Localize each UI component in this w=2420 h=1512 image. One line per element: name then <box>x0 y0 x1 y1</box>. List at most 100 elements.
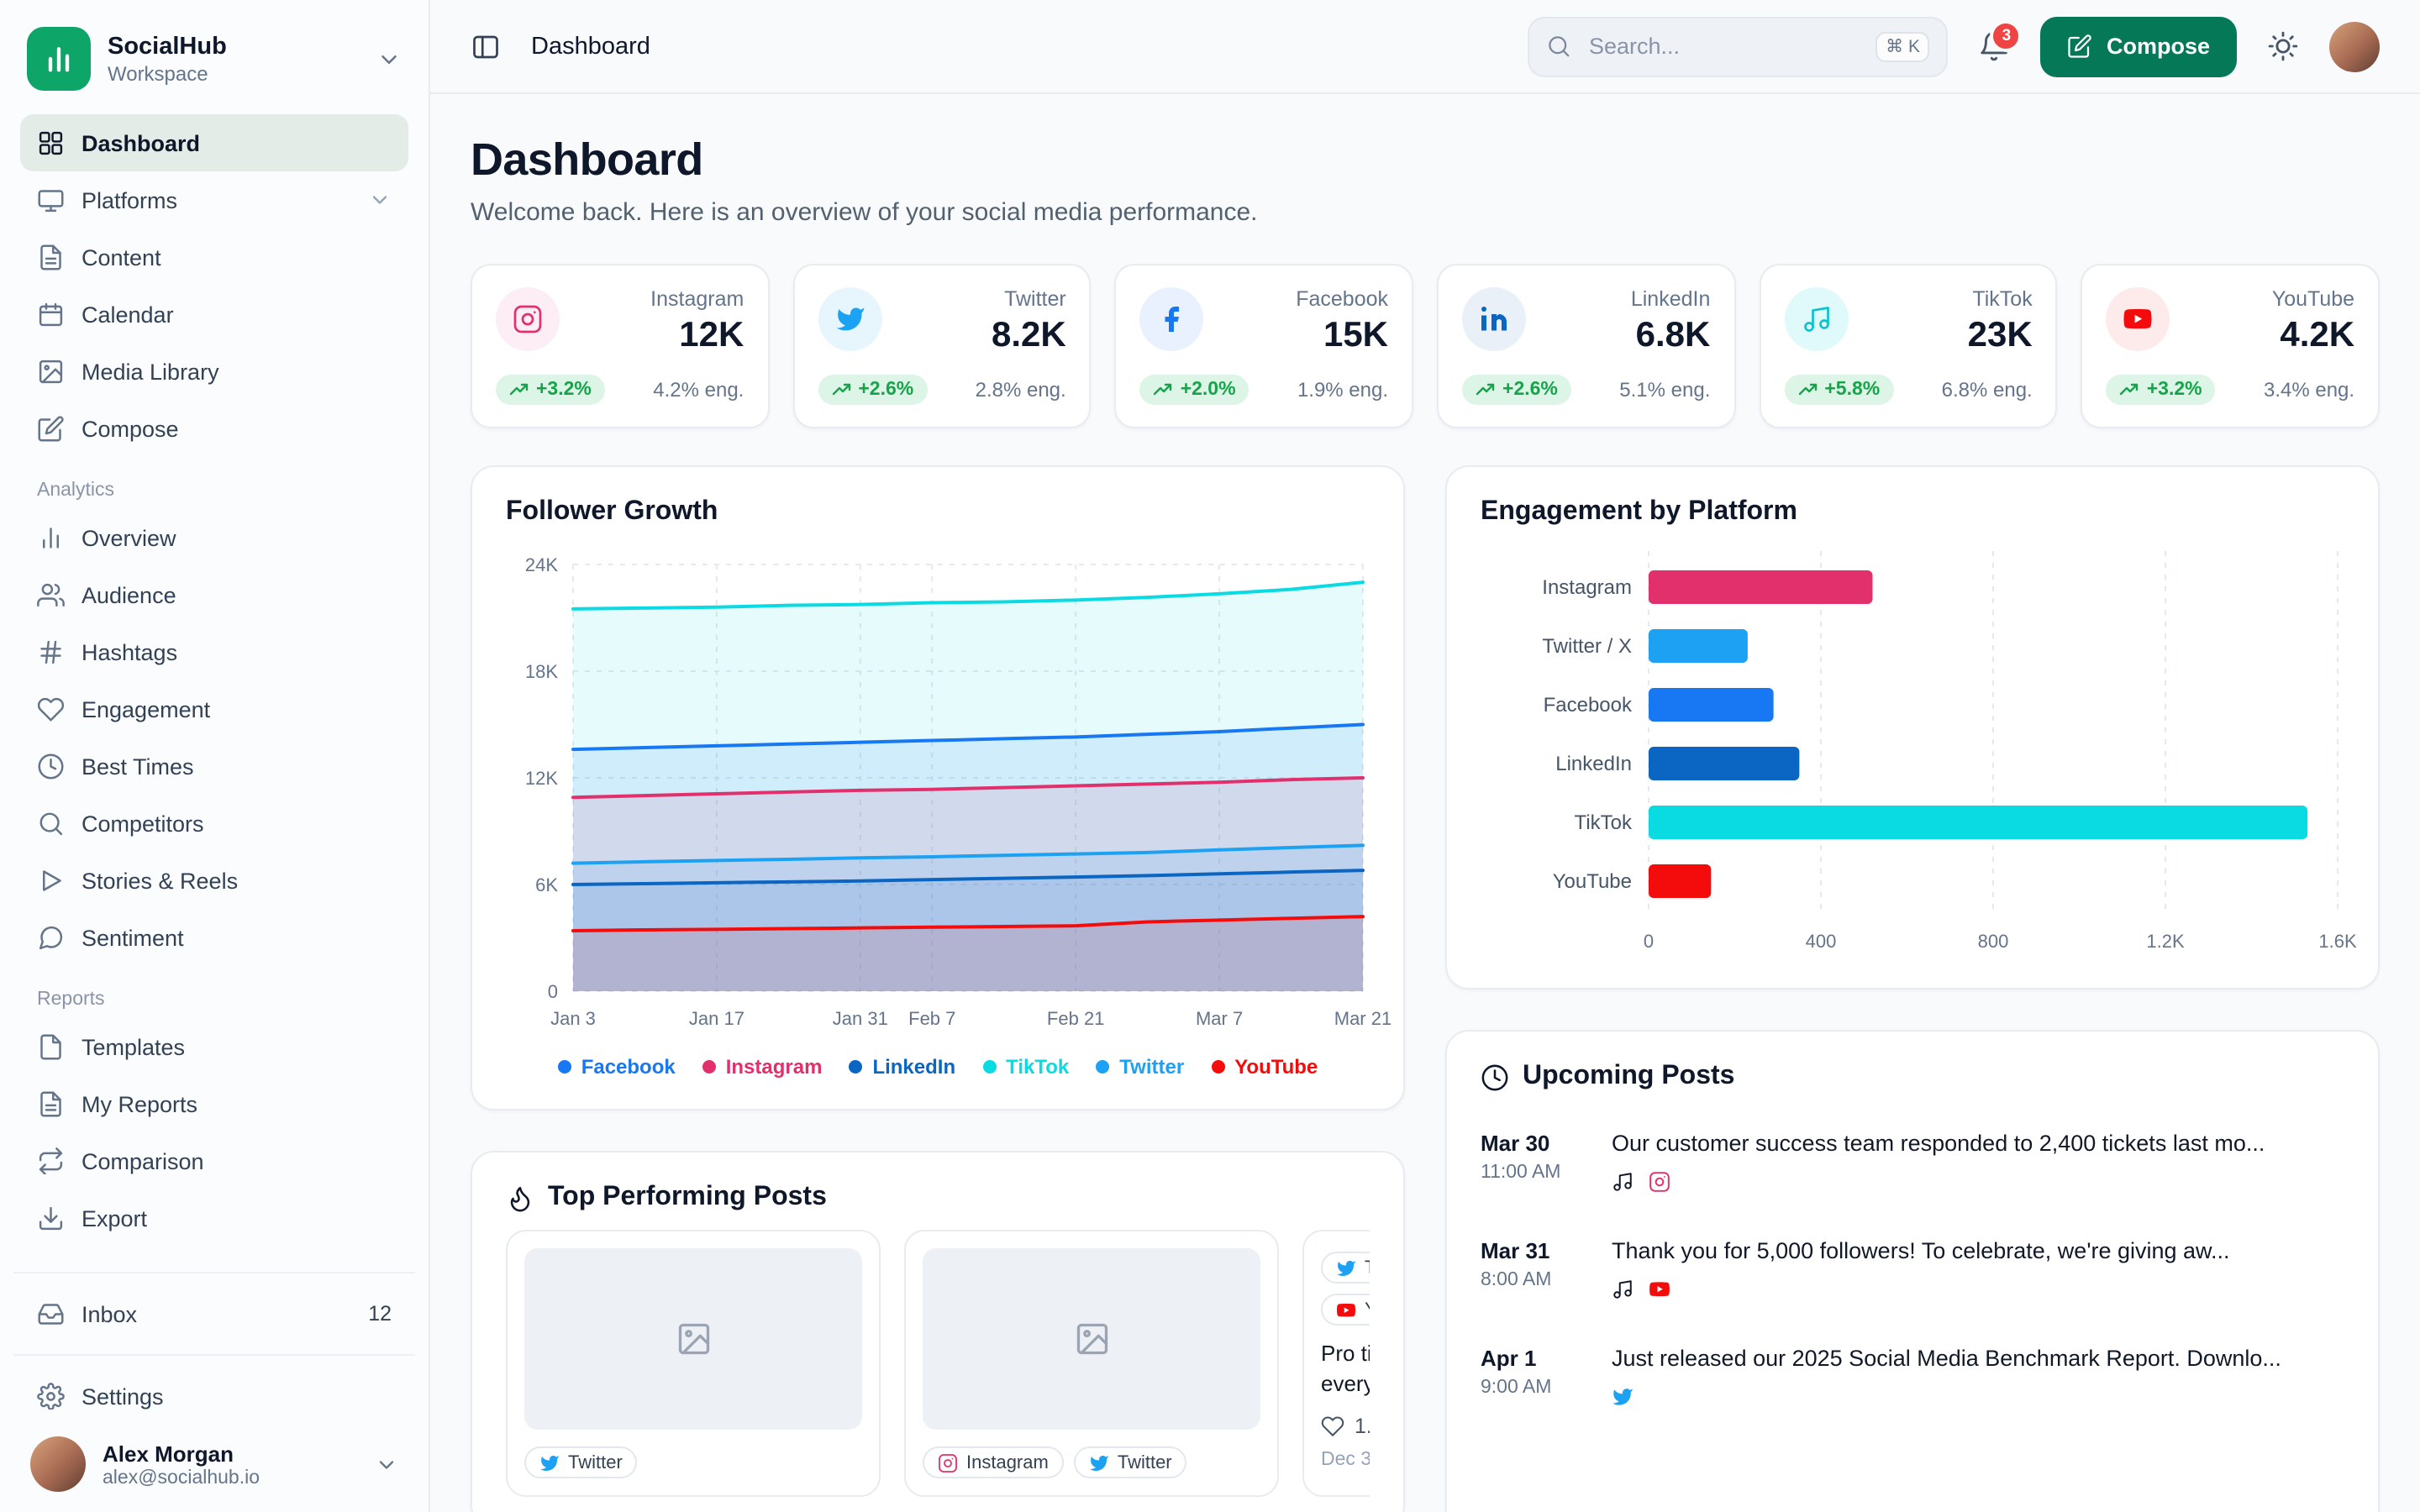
platform-badge: YouTube <box>1321 1294 1370 1326</box>
stat-card-youtube: YouTube4.2K +3.2%3.4% eng. <box>2081 264 2380 428</box>
legend-item: YouTube <box>1211 1055 1318 1079</box>
divider <box>13 1354 415 1356</box>
stat-platform-name: YouTube <box>2272 287 2354 311</box>
post-card[interactable]: Instagram Twitter <box>904 1230 1279 1497</box>
theme-toggle-button[interactable] <box>2267 30 2299 62</box>
top-posts-list: Twitter Instagram Twitter <box>506 1230 1370 1497</box>
sidebar-item-compose[interactable]: Compose <box>20 400 408 457</box>
post-likes: 1.9K <box>1321 1415 1370 1439</box>
svg-text:Jan 31: Jan 31 <box>833 1008 888 1029</box>
avatar <box>30 1436 86 1492</box>
sidebar-item-media-library[interactable]: Media Library <box>20 343 408 400</box>
post-card[interactable]: Twitter <box>506 1230 881 1497</box>
compose-button[interactable]: Compose <box>2041 16 2237 76</box>
trend-up-icon <box>1154 380 1174 400</box>
svg-text:1.6K: 1.6K <box>2318 931 2357 952</box>
stat-platform-name: Facebook <box>1296 287 1388 311</box>
engagement-rate: 3.4% eng. <box>2264 378 2354 402</box>
twitter-icon <box>818 287 881 351</box>
svg-text:Twitter / X: Twitter / X <box>1542 635 1632 658</box>
upcoming-text: Thank you for 5,000 followers! To celebr… <box>1612 1238 2344 1263</box>
app-window: SocialHub Workspace Dashboard Platforms … <box>0 0 2420 1512</box>
upcoming-post-item[interactable]: Mar 3011:00 AM Our customer success team… <box>1481 1109 2344 1216</box>
message-icon <box>37 924 65 952</box>
upcoming-post-item[interactable]: Mar 318:00 AM Thank you for 5,000 follow… <box>1481 1216 2344 1324</box>
upcoming-date: Mar 31 <box>1481 1238 1585 1263</box>
sidebar-item-label: Audience <box>82 582 176 607</box>
stat-value: 8.2K <box>992 316 1066 356</box>
sidebar-item-label: Dashboard <box>82 130 200 155</box>
sidebar-item-content[interactable]: Content <box>20 228 408 286</box>
main-area: Dashboard ⌘ K 3 Compose Dashboard Welcom… <box>430 0 2420 1512</box>
sidebar-item-label: Stories & Reels <box>82 868 238 893</box>
sidebar-item-templates[interactable]: Templates <box>20 1018 408 1075</box>
growth-badge: +3.2% <box>496 375 605 405</box>
search-box[interactable]: ⌘ K <box>1528 16 1949 76</box>
svg-text:TikTok: TikTok <box>1575 811 1633 834</box>
search-input[interactable] <box>1586 32 1862 60</box>
sidebar-item-label: Settings <box>82 1383 164 1409</box>
engagement-rate: 6.8% eng. <box>1942 378 2033 402</box>
sidebar-nav: Dashboard Platforms Content Calendar Med… <box>20 114 408 1247</box>
file-text-icon <box>37 244 65 271</box>
sidebar-item-audience[interactable]: Audience <box>20 566 408 623</box>
facebook-icon <box>1140 287 1204 351</box>
sidebar-item-export[interactable]: Export <box>20 1189 408 1247</box>
workspace-switcher[interactable]: SocialHub Workspace <box>20 20 408 114</box>
sidebar-item-hashtags[interactable]: Hashtags <box>20 623 408 680</box>
growth-badge: +2.0% <box>1140 375 1249 405</box>
youtube-icon <box>2107 287 2170 351</box>
sidebar-toggle-button[interactable] <box>471 31 501 61</box>
sidebar-item-best-times[interactable]: Best Times <box>20 738 408 795</box>
sidebar-item-stories-reels[interactable]: Stories & Reels <box>20 852 408 909</box>
panel-left-icon <box>471 31 501 61</box>
sidebar-item-overview[interactable]: Overview <box>20 509 408 566</box>
svg-text:12K: 12K <box>525 768 558 789</box>
sidebar-item-label: Best Times <box>82 753 194 779</box>
calendar-icon <box>37 301 65 328</box>
post-card[interactable]: Twitter YouTube Pro tip: Ievery lin 1.9K… <box>1302 1230 1370 1497</box>
avatar[interactable] <box>2329 21 2380 71</box>
instagram-icon <box>1649 1171 1670 1193</box>
user-menu[interactable]: Alex Morgan alex@socialhub.io <box>20 1425 408 1495</box>
svg-text:Jan 3: Jan 3 <box>550 1008 596 1029</box>
sidebar-item-comparison[interactable]: Comparison <box>20 1132 408 1189</box>
sidebar-item-sentiment[interactable]: Sentiment <box>20 909 408 966</box>
sun-icon <box>2267 30 2299 62</box>
breadcrumb: Dashboard <box>531 33 650 60</box>
sidebar-item-competitors[interactable]: Competitors <box>20 795 408 852</box>
sidebar-item-my-reports[interactable]: My Reports <box>20 1075 408 1132</box>
dashboard-content: Dashboard Welcome back. Here is an overv… <box>430 94 2420 1512</box>
upcoming-post-item[interactable]: Apr 19:00 AM Just released our 2025 Soci… <box>1481 1324 2344 1431</box>
inbox-count-badge: 12 <box>368 1302 392 1326</box>
user-name: Alex Morgan <box>103 1441 260 1466</box>
legend-item: Twitter <box>1096 1055 1184 1079</box>
svg-text:6K: 6K <box>535 874 558 895</box>
notification-count-badge: 3 <box>1991 20 2023 52</box>
twitter-icon <box>1336 1257 1356 1278</box>
sidebar-item-settings[interactable]: Settings <box>20 1368 408 1425</box>
monitor-icon <box>37 186 65 214</box>
sidebar-item-platforms[interactable]: Platforms <box>20 171 408 228</box>
sidebar-item-dashboard[interactable]: Dashboard <box>20 114 408 171</box>
sidebar-item-calendar[interactable]: Calendar <box>20 286 408 343</box>
chart-legend: FacebookInstagramLinkedInTikTokTwitterYo… <box>506 1055 1370 1079</box>
app-name: SocialHub <box>108 33 227 60</box>
upcoming-date: Apr 1 <box>1481 1346 1585 1371</box>
sidebar-item-engagement[interactable]: Engagement <box>20 680 408 738</box>
stat-value: 23K <box>1968 316 2033 356</box>
stat-platform-name: Twitter <box>992 287 1066 311</box>
sidebar-item-inbox[interactable]: Inbox12 <box>20 1285 408 1342</box>
sidebar-item-label: Comparison <box>82 1148 204 1173</box>
sidebar-item-label: Export <box>82 1205 147 1231</box>
chevron-down-icon <box>375 1452 398 1476</box>
users-icon <box>37 581 65 609</box>
notifications-button[interactable]: 3 <box>1979 30 2011 62</box>
svg-text:YouTube: YouTube <box>1553 870 1632 893</box>
stat-value: 15K <box>1296 316 1388 356</box>
sidebar: SocialHub Workspace Dashboard Platforms … <box>0 0 430 1512</box>
svg-text:Facebook: Facebook <box>1544 694 1633 717</box>
play-icon <box>37 867 65 895</box>
top-posts-card: Top Performing Posts Twitter Instagram <box>471 1151 1405 1512</box>
card-title: Upcoming Posts <box>1523 1062 1734 1092</box>
